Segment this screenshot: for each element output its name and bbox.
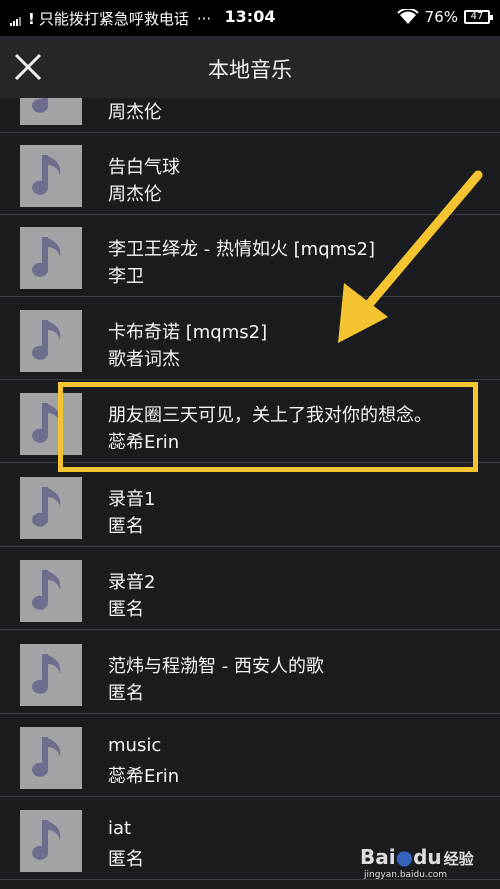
song-artist: 蕊希Erin (108, 766, 180, 787)
song-artist: 匿名 (108, 849, 144, 870)
song-artist: 歌者词杰 (108, 349, 180, 370)
song-title: 告白气球 (108, 157, 180, 178)
song-item[interactable]: music 蕊希Erin (0, 715, 500, 797)
song-item[interactable]: 录音2 匿名 (0, 548, 500, 630)
music-note-icon (32, 320, 61, 360)
song-title: 录音1 (108, 489, 156, 510)
thumbnail (20, 227, 82, 289)
annotation-arrow-icon (338, 170, 483, 343)
song-artist: 匿名 (108, 599, 144, 620)
page-title: 本地音乐 (208, 58, 292, 82)
song-title: music (108, 735, 162, 756)
paw-icon: ● (395, 845, 414, 869)
thumbnail (20, 810, 82, 872)
song-title: 录音2 (108, 572, 156, 593)
song-item[interactable]: 录音1 匿名 (0, 465, 500, 547)
watermark-brand2: du (413, 845, 442, 869)
baidu-watermark: Bai●du 经验 jingyan.baidu.com (360, 845, 480, 885)
song-artist: 周杰伦 (108, 184, 162, 205)
song-artist: 匿名 (108, 516, 144, 537)
annotation-highlight-box (58, 382, 478, 472)
music-note-icon (32, 820, 61, 860)
thumbnail (20, 145, 82, 207)
thumbnail (20, 310, 82, 372)
music-note-icon (32, 737, 61, 777)
song-artist: 周杰伦 (108, 102, 162, 123)
watermark-brand: Bai (360, 845, 396, 869)
battery-icon: 47 (464, 10, 493, 24)
song-artist: 李卫 (108, 266, 144, 287)
song-item[interactable]: 范炜与程渤智 - 西安人的歌 匿名 (0, 632, 500, 714)
song-artist: 匿名 (108, 683, 144, 704)
thumbnail (20, 727, 82, 789)
watermark-url: jingyan.baidu.com (364, 870, 448, 880)
music-note-icon (32, 237, 61, 277)
wifi-icon (396, 9, 419, 24)
music-note-icon (32, 98, 49, 113)
thumbnail (20, 560, 82, 622)
watermark-label: 经验 (443, 850, 474, 868)
song-title: iat (108, 818, 132, 839)
music-note-icon (32, 654, 61, 694)
music-note-icon (32, 155, 61, 195)
thumbnail (20, 644, 82, 706)
song-title: 范炜与程渤智 - 西安人的歌 (108, 656, 324, 677)
song-title: 卡布奇诺 [mqms2] (108, 322, 268, 343)
status-bar: ! 只能拨打紧急呼救电话 ··· 13:04 76% 47 (0, 0, 500, 36)
thumbnail (20, 477, 82, 539)
thumbnail (20, 98, 82, 125)
top-bar: 本地音乐 (0, 36, 500, 98)
battery-percent: 76% (424, 8, 458, 26)
status-right: 76% 47 (396, 8, 493, 26)
music-note-icon (32, 487, 61, 527)
screen: ! 只能拨打紧急呼救电话 ··· 13:04 76% 47 本地音乐 周杰伦 告… (0, 0, 500, 889)
music-note-icon (32, 570, 61, 610)
battery-label: 47 (470, 11, 484, 22)
song-item[interactable]: 周杰伦 (0, 98, 500, 133)
